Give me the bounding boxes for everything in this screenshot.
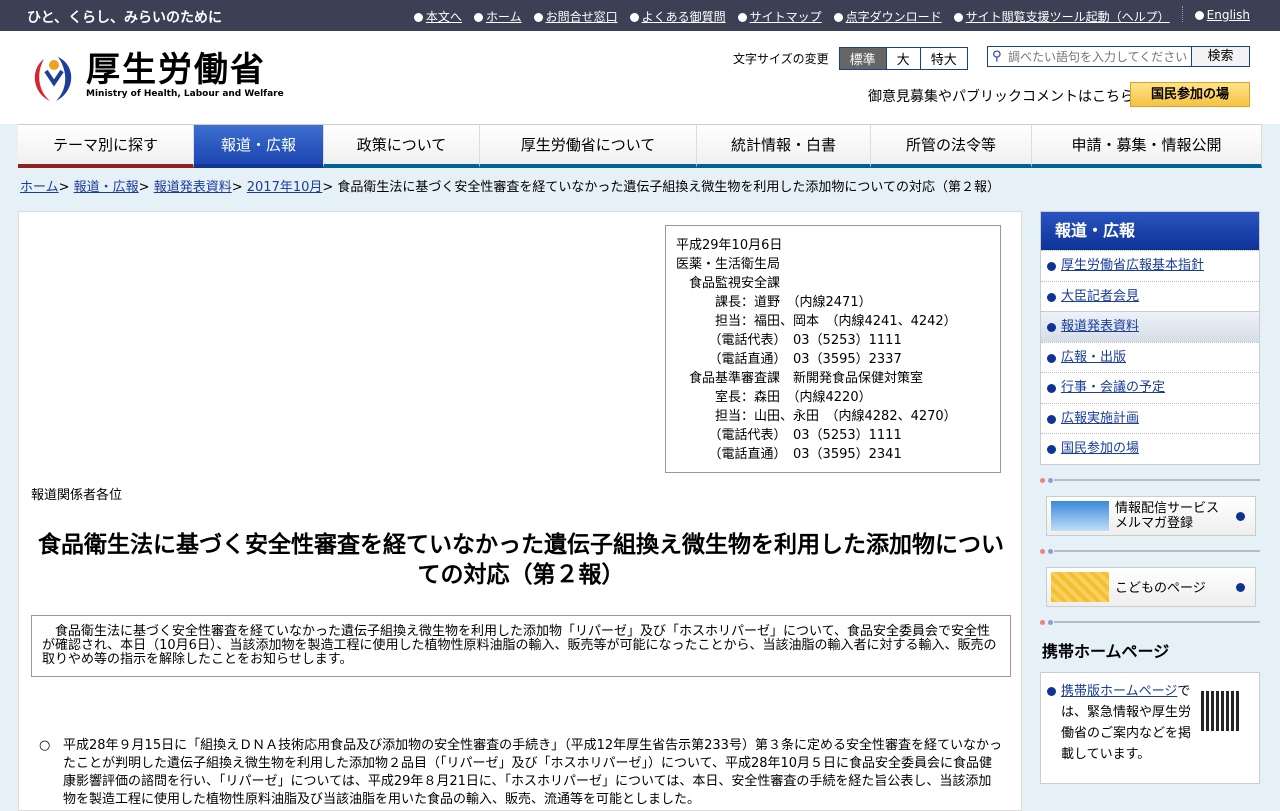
divider xyxy=(1040,477,1260,483)
arrow-icon xyxy=(833,13,843,22)
sidebar-item-publications[interactable]: 広報・出版 xyxy=(1041,341,1259,373)
sidebar-item-events[interactable]: 行事・会議の予定 xyxy=(1041,372,1259,403)
sidebar-menu: 報道・広報 厚生労働省広報基本指針 大臣記者会見 報道発表資料 広報・出版 行事… xyxy=(1040,211,1260,465)
mobile-site-link[interactable]: 携帯版ホームページ xyxy=(1061,684,1177,699)
summary-box: 食品衛生法に基づく安全性審査を経ていなかった遺伝子組換え微生物を利用した添加物「… xyxy=(31,615,1011,677)
page-title: 食品衛生法に基づく安全性審査を経ていなかった遺伝子組換え微生物を利用した添加物に… xyxy=(38,532,1004,588)
logo-subtitle: Ministry of Health, Labour and Welfare xyxy=(86,89,284,99)
font-size-xlarge-button[interactable]: 特大 xyxy=(919,48,967,69)
sidebar-link[interactable]: 大臣記者会見 xyxy=(1061,289,1139,304)
nav-about[interactable]: 厚生労働省について xyxy=(480,125,697,168)
accessibility-tool-link[interactable]: サイト閲覧支援ツール起動（ヘルプ） xyxy=(966,10,1170,24)
arrow-icon xyxy=(1047,686,1056,696)
arrow-icon xyxy=(533,13,543,22)
public-comment-text: 御意見募集やパブリックコメントはこちら xyxy=(868,89,1134,105)
breadcrumb: ホーム> 報道・広報> 報道発表資料> 2017年10月> 食品衛生法に基づく安… xyxy=(20,180,1001,195)
mobile-box: 携帯版ホームページでは、緊急情報や厚生労働省のご案内などを掲載しています。 xyxy=(1040,671,1260,784)
global-nav: テーマ別に探す 報道・広報 政策について 厚生労働省について 統計情報・白書 所… xyxy=(18,124,1262,168)
utility-links: 本文へ ホーム お問合せ窓口 よくある御質問 サイトマップ 点字ダウンロード サ… xyxy=(413,6,1250,25)
nav-laws[interactable]: 所管の法令等 xyxy=(871,125,1032,168)
arrow-icon xyxy=(1047,353,1056,363)
sidebar-link[interactable]: 国民参加の場 xyxy=(1061,441,1139,456)
arrow-icon xyxy=(1047,384,1056,393)
arrow-icon xyxy=(413,13,423,22)
font-size-label: 文字サイズの変更 xyxy=(733,52,829,66)
sidebar-link[interactable]: 報道発表資料 xyxy=(1061,319,1139,334)
braille-download-link[interactable]: 点字ダウンロード xyxy=(846,10,942,24)
sidebar-heading: 報道・広報 xyxy=(1041,212,1259,250)
main-content: 平成29年10月6日 医薬・生活衛生局 食品監視安全課 課長：道野 （内線247… xyxy=(18,211,1022,811)
sidebar-item-pr-plan[interactable]: 広報実施計画 xyxy=(1041,402,1259,434)
arrow-icon xyxy=(629,13,639,22)
banner-text: メルマガ登録 xyxy=(1115,515,1194,531)
list-item: ○ 平成28年９月15日に「組換えＤＮＡ技術応用食品及び添加物の安全性審査の手続… xyxy=(39,737,1004,809)
font-size-standard-button[interactable]: 標準 xyxy=(839,48,886,69)
sitemap-link[interactable]: サイトマップ xyxy=(750,10,822,24)
qr-code-icon xyxy=(1201,690,1241,731)
envelope-icon xyxy=(1051,500,1109,531)
divider xyxy=(1040,548,1260,554)
bullet-icon: ○ xyxy=(39,738,51,753)
breadcrumb-current: 食品衛生法に基づく安全性審査を経ていなかった遺伝子組換え微生物を利用した添加物に… xyxy=(337,180,1001,195)
banner-text: こどものページ xyxy=(1115,581,1206,596)
kids-page-banner[interactable]: こどものページ xyxy=(1046,566,1256,607)
sidebar-link[interactable]: 行事・会議の予定 xyxy=(1061,380,1165,395)
arrow-icon xyxy=(1047,292,1056,302)
site-header: 厚生労働省 Ministry of Health, Labour and Wel… xyxy=(0,31,1280,124)
sidebar-link[interactable]: 厚生労働省広報基本指針 xyxy=(1061,258,1204,273)
sidebar-item-participation[interactable]: 国民参加の場 xyxy=(1041,433,1259,464)
sidebar-link[interactable]: 広報・出版 xyxy=(1061,350,1126,365)
breadcrumb-press[interactable]: 報道・広報 xyxy=(74,180,139,195)
logo-title: 厚生労働省 xyxy=(86,50,266,90)
home-icon xyxy=(473,13,483,22)
sidebar-item-press-conference[interactable]: 大臣記者会見 xyxy=(1041,280,1259,312)
nav-press[interactable]: 報道・広報 xyxy=(194,125,324,168)
tagline: ひと、くらし、みらいのために xyxy=(27,10,223,26)
arrow-icon xyxy=(1236,511,1245,521)
arrow-icon xyxy=(1047,262,1056,271)
mail-magazine-banner[interactable]: 情報配信サービス メルマガ登録 xyxy=(1046,495,1256,536)
arrow-icon xyxy=(1047,323,1056,332)
breadcrumb-month[interactable]: 2017年10月 xyxy=(247,180,323,195)
nav-policy[interactable]: 政策について xyxy=(324,125,480,168)
divider xyxy=(1181,6,1183,22)
contact-box: 平成29年10月6日 医薬・生活衛生局 食品監視安全課 課長：道野 （内線247… xyxy=(665,225,1001,473)
breadcrumb-home[interactable]: ホーム xyxy=(20,180,59,195)
skip-to-content-link[interactable]: 本文へ xyxy=(426,10,462,24)
faq-link[interactable]: よくある御質問 xyxy=(642,10,726,24)
mobile-heading: 携帯ホームページ xyxy=(1042,641,1170,661)
nav-theme[interactable]: テーマ別に探す xyxy=(18,125,194,168)
list-item-text: 平成28年９月15日に「組換えＤＮＡ技術応用食品及び添加物の安全性審査の手続き」… xyxy=(63,738,1002,807)
sidebar: 報道・広報 厚生労働省広報基本指針 大臣記者会見 報道発表資料 広報・出版 行事… xyxy=(1040,211,1260,784)
search-input[interactable] xyxy=(988,47,1191,66)
nav-applications[interactable]: 申請・募集・情報公開 xyxy=(1032,125,1262,168)
arrow-icon xyxy=(1047,414,1056,424)
site-logo[interactable]: 厚生労働省 Ministry of Health, Labour and Wel… xyxy=(30,51,284,103)
kokumin-button[interactable]: 国民参加の場 xyxy=(1130,82,1250,107)
contact-link[interactable]: お問合せ窓口 xyxy=(546,10,618,24)
english-link[interactable]: English xyxy=(1207,8,1250,22)
site-search: ⚲ 検索 xyxy=(987,46,1250,67)
search-icon: ⚲ xyxy=(992,49,1002,64)
sidebar-link[interactable]: 広報実施計画 xyxy=(1061,411,1139,426)
arrow-icon xyxy=(1194,11,1204,20)
addressee: 報道関係者各位 xyxy=(31,488,123,503)
divider xyxy=(1040,619,1260,625)
arrow-icon xyxy=(1047,445,1056,454)
nav-statistics[interactable]: 統計情報・白書 xyxy=(697,125,871,168)
breadcrumb-press-releases[interactable]: 報道発表資料 xyxy=(154,180,232,195)
banner-text: 情報配信サービス xyxy=(1115,500,1220,516)
font-size-control: 文字サイズの変更 標準 大 特大 xyxy=(733,47,968,70)
arrow-icon xyxy=(1236,582,1245,592)
mhlw-logo-icon xyxy=(34,57,72,101)
top-bar: ひと、くらし、みらいのために 本文へ ホーム お問合せ窓口 よくある御質問 サイ… xyxy=(0,0,1280,31)
arrow-icon xyxy=(953,13,963,22)
children-icon xyxy=(1051,571,1109,602)
search-button[interactable]: 検索 xyxy=(1191,47,1249,66)
font-size-large-button[interactable]: 大 xyxy=(885,48,920,69)
home-link[interactable]: ホーム xyxy=(486,10,522,24)
arrow-icon xyxy=(737,13,747,22)
sidebar-item-press-releases[interactable]: 報道発表資料 xyxy=(1041,311,1259,342)
sidebar-item-policy[interactable]: 厚生労働省広報基本指針 xyxy=(1041,250,1259,281)
